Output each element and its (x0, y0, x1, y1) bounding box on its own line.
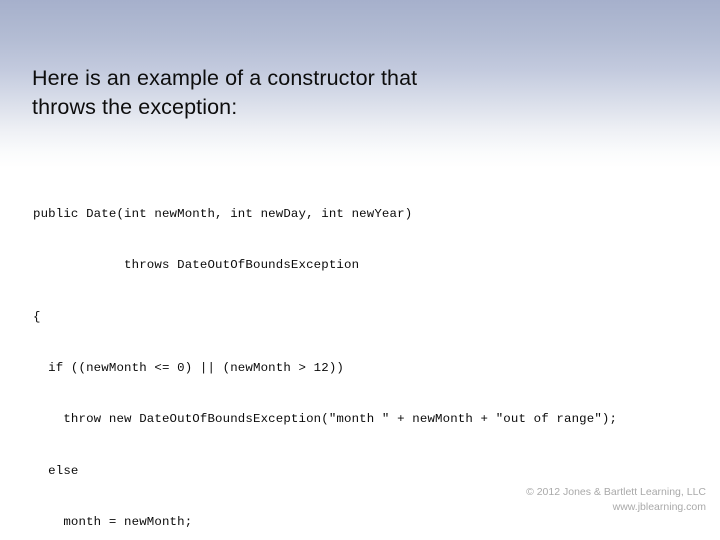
footer-copyright: © 2012 Jones & Bartlett Learning, LLC (526, 486, 706, 498)
code-line: else (33, 463, 79, 478)
code-line: month = newMonth; (33, 514, 193, 529)
slide-canvas: Here is an example of a constructor that… (0, 0, 720, 540)
code-line: throws DateOutOfBoundsException (33, 258, 360, 273)
code-line: throw new DateOutOfBoundsException("mont… (33, 412, 618, 427)
footer-attribution: © 2012 Jones & Bartlett Learning, LLC ww… (526, 485, 706, 514)
footer-website: www.jblearning.com (612, 500, 706, 513)
code-line: public Date(int newMonth, int newDay, in… (33, 207, 413, 222)
page-title: Here is an example of a constructor that… (32, 66, 418, 119)
code-line: { (33, 309, 41, 324)
code-line: if ((newMonth <= 0) || (newMonth > 12)) (33, 361, 345, 376)
